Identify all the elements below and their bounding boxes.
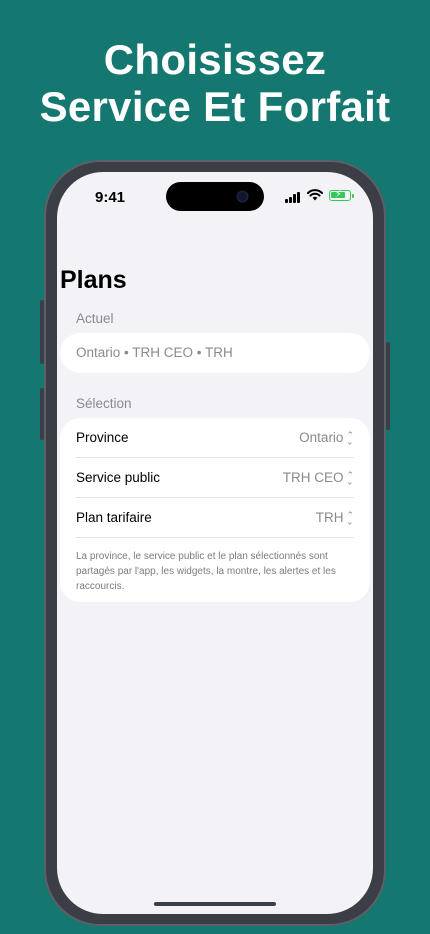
rate-plan-label: Plan tarifaire <box>76 510 152 525</box>
utility-picker-row[interactable]: Service public TRH CEO ⌃ ⌃ <box>76 458 354 498</box>
status-time: 9:41 <box>95 189 126 206</box>
selection-card: Province Ontario ⌃ ⌃ Service public TRH C… <box>60 418 370 602</box>
province-label: Province <box>76 430 129 445</box>
camera-icon <box>238 192 247 201</box>
province-picker-row[interactable]: Province Ontario ⌃ ⌃ <box>76 418 354 458</box>
phone-screen: 9:41 ⚡ Plans Actuel Ontario • TRH CEO • … <box>57 172 373 914</box>
current-plan-card: Ontario • TRH CEO • TRH <box>60 333 370 373</box>
province-value-text: Ontario <box>299 430 344 445</box>
section-header-current: Actuel <box>76 311 114 326</box>
rate-plan-value-text: TRH <box>315 510 344 525</box>
rate-plan-value[interactable]: TRH ⌃ ⌃ <box>315 509 354 526</box>
chevron-up-down-icon: ⌃ ⌃ <box>346 429 354 446</box>
rate-plan-picker-row[interactable]: Plan tarifaire TRH ⌃ ⌃ <box>76 498 354 538</box>
home-indicator[interactable] <box>154 902 276 906</box>
chevron-up-down-icon: ⌃ ⌃ <box>346 509 354 526</box>
page-title: Plans <box>60 266 127 294</box>
wifi-icon <box>307 189 323 201</box>
status-icons: ⚡ <box>285 189 355 203</box>
dynamic-island <box>166 182 264 211</box>
utility-value-text: TRH CEO <box>282 470 344 485</box>
province-value[interactable]: Ontario ⌃ ⌃ <box>299 429 354 446</box>
chevron-up-down-icon: ⌃ ⌃ <box>346 469 354 486</box>
utility-value[interactable]: TRH CEO ⌃ ⌃ <box>282 469 354 486</box>
promo-headline: Choisissez Service Et Forfait <box>0 36 430 130</box>
selection-footer-note: La province, le service public et le pla… <box>76 551 336 592</box>
battery-charging-icon: ⚡ <box>329 189 354 201</box>
headline-line-1: Choisissez <box>103 36 327 83</box>
headline-line-2: Service Et Forfait <box>39 83 391 130</box>
utility-label: Service public <box>76 470 161 485</box>
section-header-selection: Sélection <box>76 396 132 411</box>
current-plan-summary: Ontario • TRH CEO • TRH <box>76 345 233 360</box>
power-button <box>386 342 390 430</box>
